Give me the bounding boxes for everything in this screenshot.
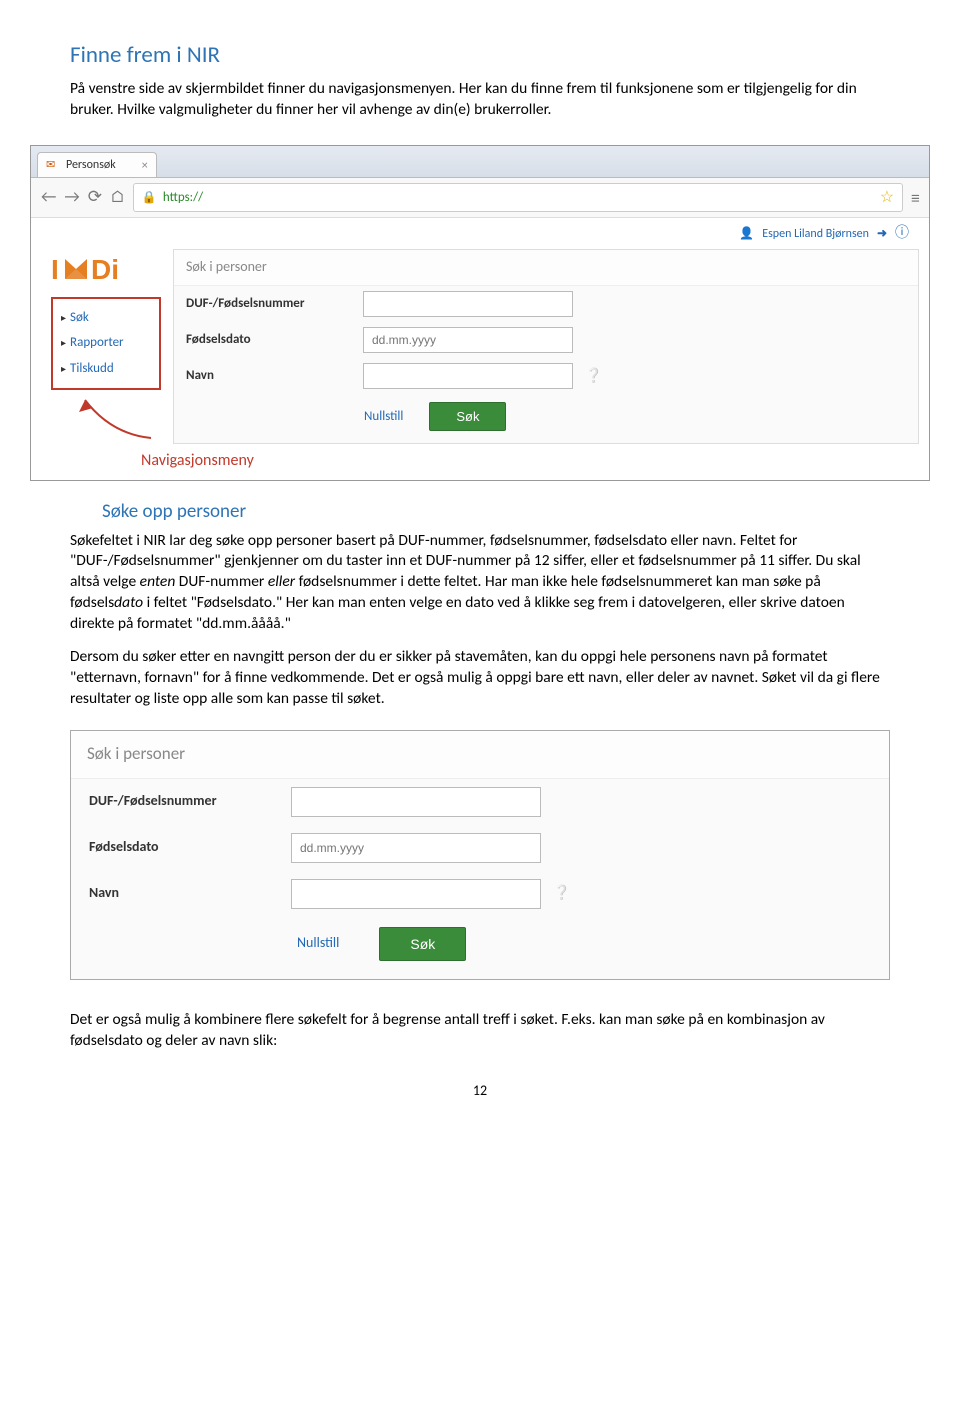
url-text: https://	[163, 189, 203, 207]
tab-favicon-icon: ✉	[46, 158, 60, 172]
label-dato-2: Fødselsdato	[89, 838, 279, 857]
tab-title: Personsøk	[66, 157, 116, 173]
label-navn-2: Navn	[89, 884, 279, 903]
search-panel-header: Søk i personer	[174, 250, 918, 286]
tab-close-icon[interactable]: ×	[142, 158, 148, 174]
input-duf[interactable]	[363, 291, 573, 317]
paragraph-combine: Det er også mulig å kombinere flere søke…	[70, 1010, 890, 1052]
logo-imdi: I Di	[51, 253, 151, 287]
svg-text:I: I	[51, 254, 59, 285]
field-help-icon-2[interactable]: ❔	[553, 884, 570, 903]
caret-icon: ▸	[61, 311, 66, 325]
home-icon[interactable]: ⌂	[110, 186, 125, 209]
help-icon[interactable]: ⓘ	[895, 224, 909, 243]
app-sidebar: I Di ▸Søk ▸Rapporter ▸Tilskudd	[41, 249, 161, 444]
caret-icon: ▸	[61, 336, 66, 350]
user-name[interactable]: Espen Liland Bjørnsen	[762, 226, 869, 242]
reset-link[interactable]: Nullstill	[364, 408, 403, 426]
logout-icon[interactable]: ➜	[877, 226, 887, 242]
nav-caption: Navigasjonsmeny	[31, 450, 929, 480]
nav-menu-highlight: ▸Søk ▸Rapporter ▸Tilskudd	[51, 297, 161, 390]
page-number: 12	[70, 1082, 890, 1101]
input-navn[interactable]	[363, 363, 573, 389]
nav-item-sok[interactable]: ▸Søk	[57, 305, 155, 331]
search-button[interactable]: Søk	[429, 402, 506, 431]
input-dato-2[interactable]	[291, 833, 541, 863]
address-bar: ← → ⟳ ⌂ 🔒 https:// ☆ ≡	[31, 178, 929, 219]
field-help-icon[interactable]: ❔	[585, 367, 602, 386]
search-button-2[interactable]: Søk	[379, 927, 466, 961]
paragraph-sok-1: Søkefeltet i NIR lar deg søke opp person…	[70, 531, 890, 636]
screenshot-browser: ✉ Personsøk × ← → ⟳ ⌂ 🔒 https:// ☆ ≡ 👤 E…	[30, 145, 930, 481]
paragraph-sok-2: Dersom du søker etter en navngitt person…	[70, 647, 890, 710]
lock-icon: 🔒	[142, 190, 157, 206]
reload-icon[interactable]: ⟳	[88, 186, 102, 209]
nav-item-rapporter[interactable]: ▸Rapporter	[57, 330, 155, 356]
input-navn-2[interactable]	[291, 879, 541, 909]
label-duf-2: DUF-/Fødselsnummer	[89, 792, 279, 811]
heading-main: Finne frem i NIR	[70, 40, 890, 71]
reset-link-2[interactable]: Nullstill	[297, 934, 339, 953]
heading-sok: Søke opp personer	[102, 499, 890, 525]
search-panel: Søk i personer DUF-/Fødselsnummer Fødsel…	[173, 249, 919, 444]
input-duf-2[interactable]	[291, 787, 541, 817]
label-dato: Fødselsdato	[186, 331, 351, 349]
bookmark-star-icon[interactable]: ☆	[880, 187, 894, 209]
label-navn: Navn	[186, 367, 351, 385]
user-icon: 👤	[739, 226, 754, 242]
app-user-header: 👤 Espen Liland Bjørnsen ➜ ⓘ	[31, 218, 929, 249]
hamburger-icon[interactable]: ≡	[911, 186, 919, 210]
caret-icon: ▸	[61, 362, 66, 376]
svg-text:Di: Di	[91, 254, 119, 285]
screenshot-search-panel: Søk i personer DUF-/Fødselsnummer Fødsel…	[70, 730, 890, 980]
input-dato[interactable]	[363, 327, 573, 353]
paragraph-intro: På venstre side av skjermbildet finner d…	[70, 79, 890, 121]
forward-icon[interactable]: →	[64, 186, 79, 209]
callout-arrow-icon	[71, 390, 161, 440]
browser-tab-bar: ✉ Personsøk ×	[31, 146, 929, 178]
browser-tab[interactable]: ✉ Personsøk ×	[37, 152, 157, 177]
url-field[interactable]: 🔒 https:// ☆	[133, 183, 903, 213]
label-duf: DUF-/Fødselsnummer	[186, 295, 351, 313]
search-panel-header-2: Søk i personer	[71, 731, 889, 779]
nav-item-tilskudd[interactable]: ▸Tilskudd	[57, 356, 155, 382]
back-icon[interactable]: ←	[41, 186, 56, 209]
